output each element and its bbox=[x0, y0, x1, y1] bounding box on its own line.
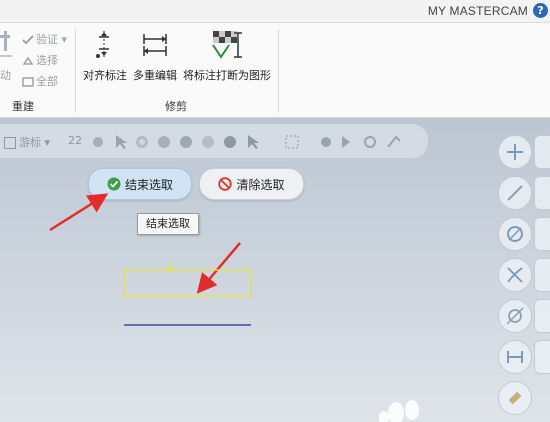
app-title: MY MASTERCAM bbox=[427, 4, 528, 18]
ruler-icon bbox=[508, 391, 522, 405]
annotation-arrow-2 bbox=[196, 242, 241, 294]
selection-box bbox=[123, 269, 252, 297]
plus-icon bbox=[507, 144, 523, 160]
side-tool-1[interactable] bbox=[534, 135, 550, 169]
break-dimension-label: 将标注打断为图形 bbox=[183, 69, 271, 82]
side-tool-4[interactable] bbox=[534, 258, 550, 292]
graphics-viewport[interactable]: 游标 ▾ 22 结束选取 清除选取 结束选取 bbox=[0, 118, 550, 422]
side-tool-3[interactable] bbox=[534, 217, 550, 251]
align-dimension-label: 对齐标注 bbox=[83, 69, 127, 82]
ribbon-separator bbox=[75, 29, 76, 113]
circle-icon bbox=[507, 226, 523, 242]
sketch-circle-button[interactable] bbox=[498, 217, 532, 251]
dimension-icon bbox=[507, 351, 523, 363]
side-tool-5[interactable] bbox=[534, 299, 550, 333]
partial-label: 动 bbox=[0, 69, 11, 82]
all-label: 全部 bbox=[36, 75, 58, 88]
select-icon bbox=[22, 56, 34, 65]
verify-button[interactable]: 验证 ▾ bbox=[22, 31, 67, 47]
ribbon: 动 验证 ▾ 选择 全部 重建 对齐标注 多重编辑 将标注打断为图形 修剪 bbox=[0, 23, 550, 118]
sketch-curve-button[interactable] bbox=[498, 258, 532, 292]
verify-label: 验证 bbox=[36, 33, 58, 46]
select-button[interactable]: 选择 bbox=[22, 52, 58, 68]
curve-icon bbox=[507, 267, 523, 283]
line-icon bbox=[507, 185, 523, 201]
title-bar: MY MASTERCAM ? bbox=[0, 0, 550, 23]
side-tool-2[interactable] bbox=[534, 176, 550, 210]
sketch-fillet-button[interactable] bbox=[498, 299, 532, 333]
sketch-dimension-button[interactable] bbox=[498, 340, 532, 374]
all-icon bbox=[22, 77, 34, 87]
verify-icon bbox=[22, 35, 34, 45]
fillet-icon bbox=[506, 307, 524, 325]
select-label: 选择 bbox=[36, 54, 58, 67]
all-button[interactable]: 全部 bbox=[22, 73, 58, 89]
break-dimension-button[interactable]: 将标注打断为图形 bbox=[181, 29, 273, 83]
side-tool-6[interactable] bbox=[534, 340, 550, 374]
sketch-line-button[interactable] bbox=[498, 176, 532, 210]
align-dimension-button[interactable]: 对齐标注 bbox=[82, 29, 128, 83]
group-rebuild-label: 重建 bbox=[12, 100, 34, 113]
help-icon[interactable]: ? bbox=[533, 3, 548, 18]
multi-edit-button[interactable]: 多重编辑 bbox=[131, 29, 179, 83]
annotation-layer bbox=[49, 193, 419, 422]
group-trim-label: 修剪 bbox=[165, 100, 187, 113]
sketch-ruler-button[interactable] bbox=[498, 381, 532, 415]
multi-edit-label: 多重编辑 bbox=[133, 69, 177, 82]
break-dimension-icon bbox=[212, 31, 242, 59]
sketch-point-button[interactable] bbox=[498, 135, 532, 169]
dimension-marker bbox=[166, 265, 174, 270]
ribbon-separator-2 bbox=[278, 29, 279, 113]
annotation-arrow-1 bbox=[49, 193, 109, 232]
align-dimension-icon bbox=[96, 31, 109, 58]
multi-edit-icon bbox=[143, 34, 167, 56]
paw-decoration bbox=[379, 400, 419, 422]
